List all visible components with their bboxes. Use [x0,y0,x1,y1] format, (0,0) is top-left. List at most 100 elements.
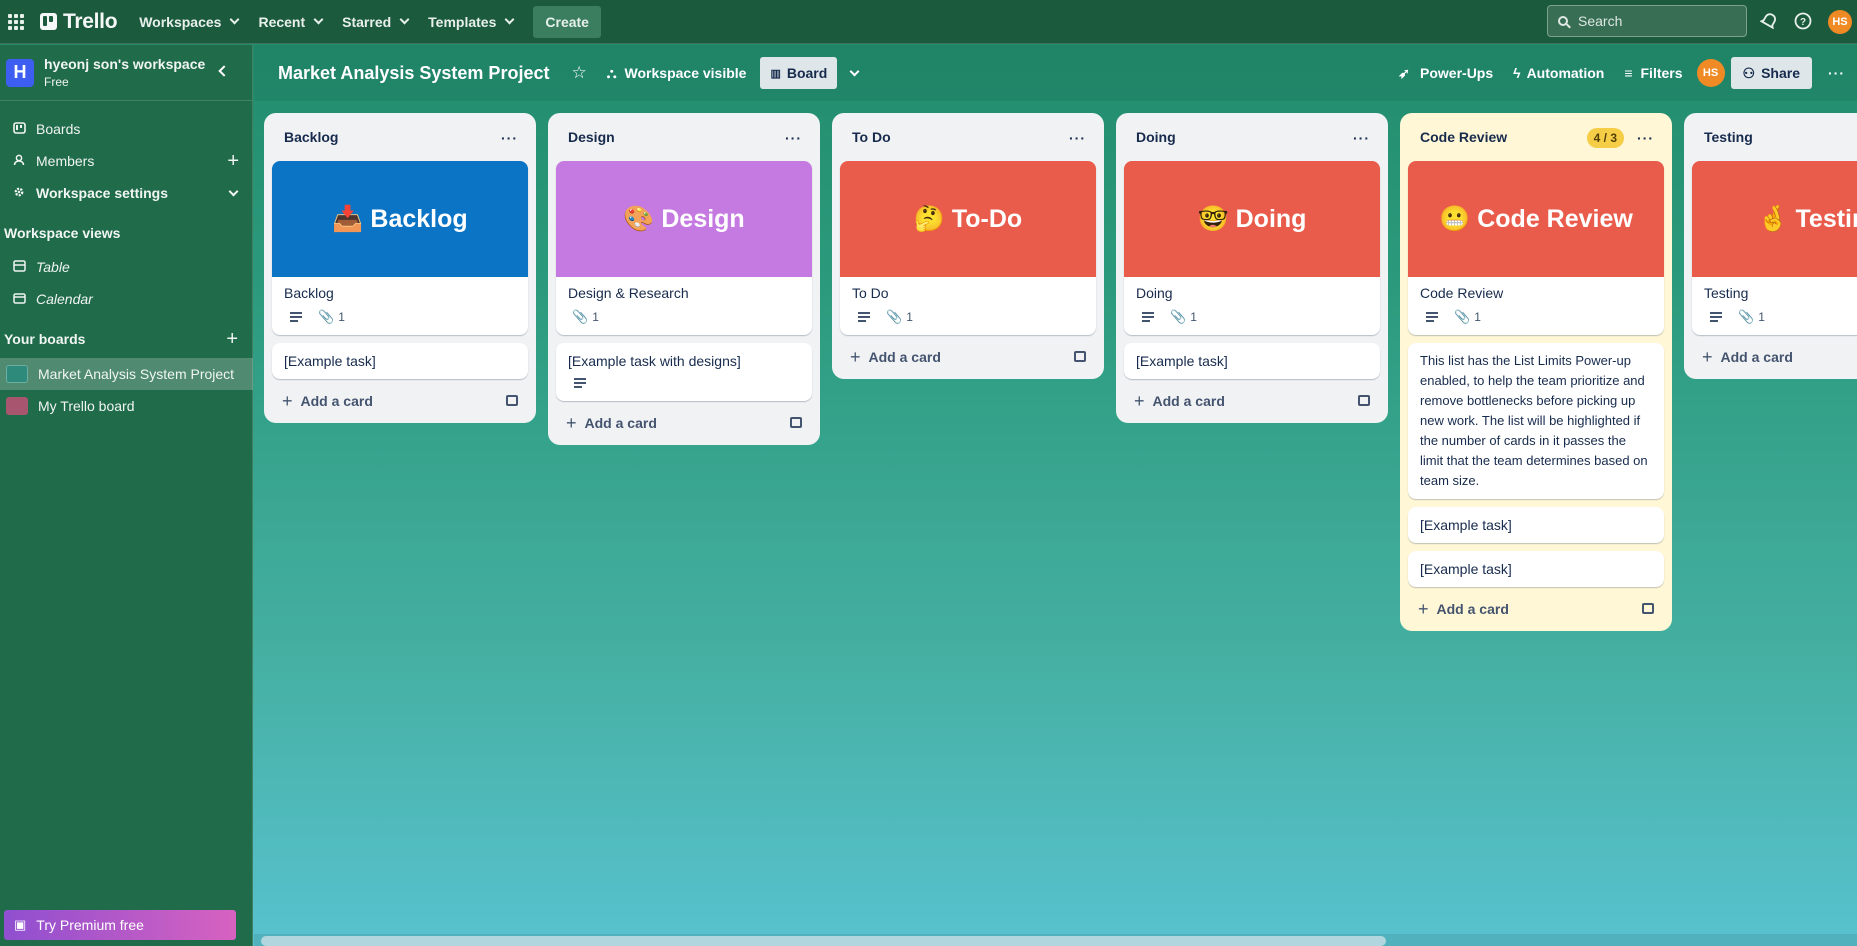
board-header: Market Analysis System Project ☆ ⛬ Worksp… [254,45,1857,101]
gear-icon [12,186,26,201]
board-icon [12,121,26,137]
add-card-button[interactable]: + Add a card [840,335,1096,379]
sidebar-item-boards[interactable]: Boards [0,113,253,145]
cover-card[interactable]: 🤞 Testing Testing 📎1 [1692,161,1857,335]
user-avatar[interactable]: HS [1828,10,1852,34]
cover-card[interactable]: 📥 Backlog Backlog 📎 1 [272,161,528,335]
cover-card[interactable]: 🎨 Design Design & Research 📎 1 [556,161,812,335]
filter-icon: ≡ [1624,65,1633,81]
list-header[interactable]: To Do ··· [840,121,1096,153]
list-header[interactable]: Doing ··· [1124,121,1380,153]
attachment-count: 1 [1474,310,1481,324]
table-icon [12,259,26,275]
list-card[interactable]: [Example task] [1408,551,1664,587]
cover-card[interactable]: 🤓 Doing Doing 📎 1 [1124,161,1380,335]
automation-button[interactable]: ϟ Automation [1503,57,1614,89]
sidebar-board-my-trello[interactable]: My Trello board [0,390,253,422]
recent-menu[interactable]: Recent [248,6,332,38]
list-header[interactable]: Design ··· [556,121,812,153]
list-header[interactable]: Testing [1692,121,1857,153]
sidebar-item-members[interactable]: Members + [0,145,253,177]
visibility-button[interactable]: ⛬ Workspace visible [597,57,757,89]
add-member-icon[interactable]: + [227,151,239,171]
list-menu-icon[interactable]: ··· [1353,130,1370,146]
list-menu-icon[interactable]: ··· [501,130,518,146]
list-menu-icon[interactable]: ··· [1069,130,1086,146]
card-template-icon[interactable] [506,395,518,406]
card-title: [Example task with designs] [568,353,741,369]
workspaces-menu[interactable]: Workspaces [129,6,248,38]
filters-button[interactable]: ≡ Filters [1614,57,1692,89]
card-template-icon[interactable] [790,417,802,428]
card-template-icon[interactable] [1074,351,1086,362]
card-template-icon[interactable] [1642,603,1654,614]
workspace-name[interactable]: hyeonj son's workspace [44,56,205,72]
sidebar-item-workspace-settings[interactable]: Workspace settings [0,177,253,209]
attachment-count: 1 [338,310,345,324]
list-header[interactable]: Backlog ··· [272,121,528,153]
add-card-button[interactable]: + Add a card [1692,335,1857,379]
description-icon [858,312,870,322]
member-avatar[interactable]: HS [1696,59,1725,87]
calendar-icon [12,292,26,307]
card-cover: 🤓 Doing [1124,161,1380,277]
card-title: Backlog [284,285,334,301]
try-premium-button[interactable]: ▣ Try Premium free [4,910,236,940]
chevron-down-icon[interactable] [228,186,239,197]
person-icon [12,154,26,169]
chevron-down-icon [399,14,410,25]
list-card[interactable]: [Example task] [1124,343,1380,379]
list-menu-icon[interactable]: ··· [1637,130,1654,146]
search-input[interactable]: Search [1547,5,1747,37]
power-ups-button[interactable]: ➶ Power-Ups [1388,57,1503,89]
star-icon[interactable]: ☆ [561,57,596,89]
list-card[interactable]: [Example task] [1408,507,1664,543]
cover-card[interactable]: 🤔 To-Do To Do 📎 1 [840,161,1096,335]
sidebar-board-market-analysis[interactable]: Market Analysis System Project [0,358,253,390]
attachment-icon: 📎 [1454,309,1471,324]
card-cover: 📥 Backlog [272,161,528,277]
create-button[interactable]: Create [533,5,601,38]
board-icon: ▥ [770,67,781,80]
trello-logo-icon [40,13,57,30]
add-board-icon[interactable]: + [226,329,238,349]
trello-logo[interactable]: Trello [40,10,118,34]
board-thumbnail [6,365,28,383]
top-navigation-bar: Trello Workspaces Recent Starred Templat… [0,0,1857,44]
cover-card[interactable]: 😬 Code Review Code Review 📎 1 [1408,161,1664,335]
horizontal-scrollbar[interactable] [261,936,1386,946]
sidebar-item-table[interactable]: Table [0,251,253,283]
card-cover: 🤞 Testing [1692,161,1857,277]
app-switcher-icon[interactable] [8,13,24,30]
plus-icon: + [1702,346,1713,367]
chevron-down-icon [230,14,240,25]
list-card[interactable]: [Example task] [272,343,528,379]
chevron-down-icon [504,14,515,25]
list-menu-icon[interactable]: ··· [785,130,802,146]
share-button[interactable]: ⚇ Share [1730,57,1812,89]
board-menu-icon[interactable]: ··· [1818,57,1855,89]
help-icon[interactable]: ? [1792,10,1814,32]
list-code-review: Code Review 4 / 3 ··· 😬 Code Review Code R… [1400,113,1672,631]
attachment-icon: 📎 [1170,309,1187,324]
add-card-button[interactable]: + Add a card [272,379,528,423]
description-icon [1426,312,1438,322]
notifications-bell-icon[interactable] [1758,10,1780,32]
card-title: Code Review [1420,285,1504,301]
attachment-count: 1 [592,310,599,324]
attachment-icon: 📎 [1738,309,1755,324]
add-card-button[interactable]: + Add a card [556,401,812,445]
add-card-button[interactable]: + Add a card [1408,587,1664,631]
starred-menu[interactable]: Starred [332,6,418,38]
board-title[interactable]: Market Analysis System Project [278,63,549,84]
board-view-button[interactable]: ▥ Board [760,57,838,89]
views-dropdown[interactable] [837,57,868,89]
templates-menu[interactable]: Templates [418,6,523,38]
list-card[interactable]: This list has the List Limits Power-up e… [1408,343,1664,499]
list-header[interactable]: Code Review 4 / 3 ··· [1408,121,1664,153]
add-card-button[interactable]: + Add a card [1124,379,1380,423]
sidebar-item-calendar[interactable]: Calendar [0,283,253,315]
collapse-sidebar-icon[interactable] [218,65,230,77]
card-template-icon[interactable] [1358,395,1370,406]
list-card[interactable]: [Example task with designs] [556,343,812,401]
